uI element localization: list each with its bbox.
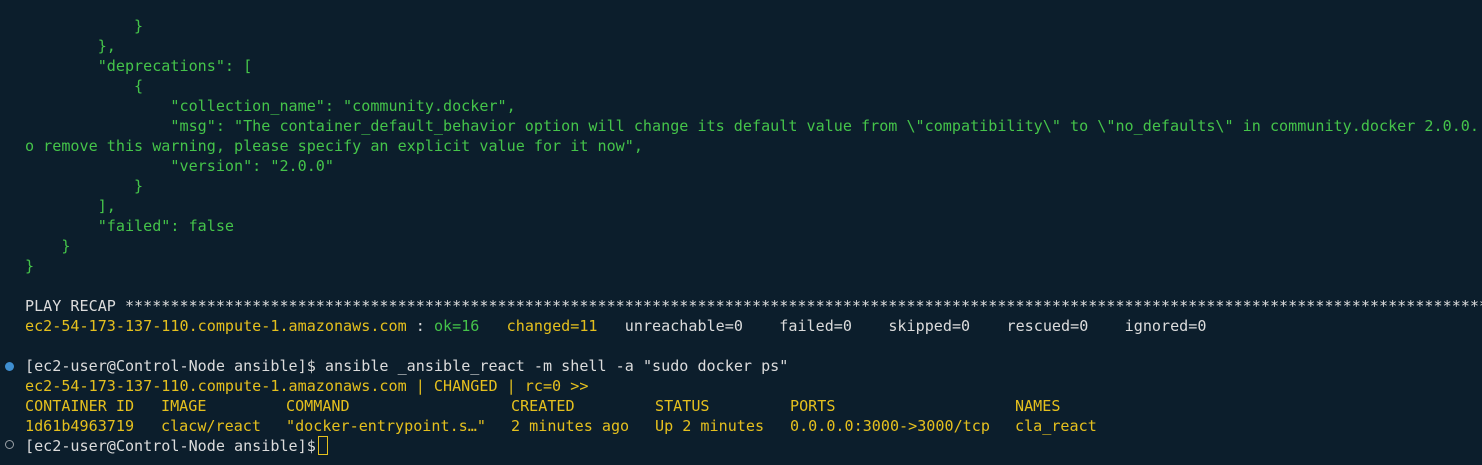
recap-ok: ok=16 bbox=[433, 317, 480, 335]
final-shell-prompt: [ec2-user@Control-Node ansible]$ bbox=[25, 437, 316, 455]
result-status-line: ec2-54-173-137-110.compute-1.amazonaws.c… bbox=[25, 377, 589, 395]
terminal-cursor[interactable] bbox=[317, 436, 328, 455]
status-cell: Up 2 minutes bbox=[655, 417, 765, 435]
recap-changed: changed=11 bbox=[506, 317, 598, 335]
ports-cell: 0.0.0.0:3000->3000/tcp bbox=[790, 417, 990, 435]
command-line: [ec2-user@Control-Node ansible]$ ansible… bbox=[25, 356, 788, 376]
output-line: "collection_name": "community.docker", bbox=[25, 97, 516, 115]
recap-unreachable: unreachable=0 bbox=[624, 317, 743, 335]
terminal-panel[interactable]: } }, "deprecations": [ { "collection_nam… bbox=[0, 0, 1482, 465]
prompt-idle-dot-icon[interactable] bbox=[5, 440, 14, 449]
output-line: } bbox=[25, 177, 144, 195]
output-line: ], bbox=[25, 197, 116, 215]
table-header-ports: PORTS bbox=[790, 397, 836, 415]
table-header-status: STATUS bbox=[655, 397, 710, 415]
table-header-names: NAMES bbox=[1015, 397, 1061, 415]
command-success-dot-icon[interactable] bbox=[5, 362, 14, 371]
recap-skipped: skipped=0 bbox=[888, 317, 971, 335]
shell-prompt: [ec2-user@Control-Node ansible]$ bbox=[25, 357, 325, 375]
table-header-container-id: CONTAINER ID bbox=[25, 397, 135, 415]
recap-ignored: ignored=0 bbox=[1124, 317, 1207, 335]
table-header-image: IMAGE bbox=[161, 397, 207, 415]
output-line: } bbox=[25, 17, 144, 35]
recap-rescued: rescued=0 bbox=[1006, 317, 1089, 335]
command-text: ansible _ansible_react -m shell -a "sudo… bbox=[324, 357, 789, 375]
final-prompt-line[interactable]: [ec2-user@Control-Node ansible]$ bbox=[25, 436, 328, 456]
image-cell: clacw/react bbox=[161, 417, 261, 435]
names-cell: cla_react bbox=[1015, 417, 1097, 435]
play-recap-header: PLAY RECAP *****************************… bbox=[25, 297, 1482, 315]
output-line: }, bbox=[25, 37, 116, 55]
output-line: o remove this warning, please specify an… bbox=[25, 137, 643, 155]
recap-failed: failed=0 bbox=[779, 317, 852, 335]
output-line: "version": "2.0.0" bbox=[25, 157, 334, 175]
output-line: { bbox=[25, 77, 144, 95]
play-recap-row: ec2-54-173-137-110.compute-1.amazonaws.c… bbox=[25, 316, 1206, 336]
output-line: } bbox=[25, 257, 35, 275]
table-header-command: COMMAND bbox=[286, 397, 350, 415]
container-id-cell: 1d61b4963719 bbox=[25, 417, 135, 435]
output-line: "failed": false bbox=[25, 217, 235, 235]
command-cell: "docker-entrypoint.s…" bbox=[286, 417, 486, 435]
recap-host: ec2-54-173-137-110.compute-1.amazonaws.c… bbox=[25, 317, 407, 335]
output-line: "msg": "The container_default_behavior o… bbox=[25, 117, 1482, 135]
recap-separator: : bbox=[406, 317, 434, 335]
output-line: "deprecations": [ bbox=[25, 57, 253, 75]
table-header-created: CREATED bbox=[511, 397, 575, 415]
created-cell: 2 minutes ago bbox=[511, 417, 630, 435]
output-line: } bbox=[25, 237, 71, 255]
